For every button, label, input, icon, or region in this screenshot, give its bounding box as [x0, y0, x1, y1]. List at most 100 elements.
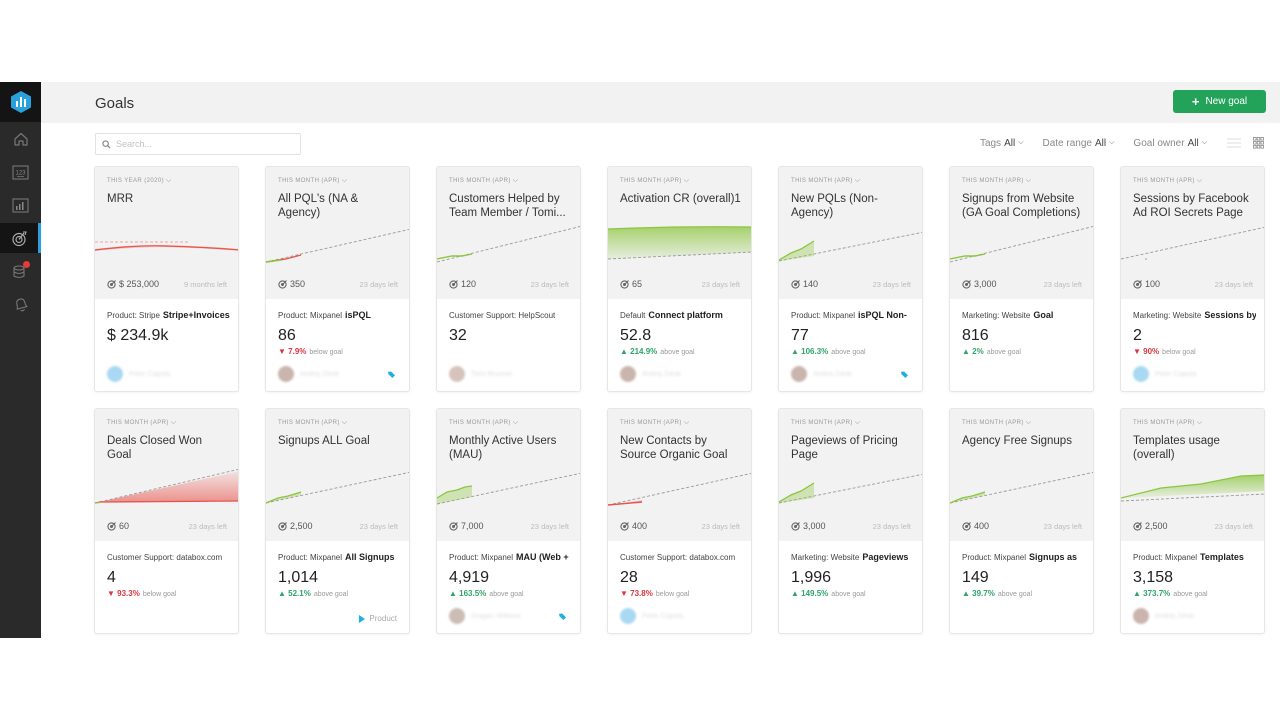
owner-name: Andrej Zitnik — [300, 370, 339, 378]
data-source: Product: Mixpanel MAU (Web + — [449, 552, 572, 562]
goal-card[interactable]: THIS MONTH (APR) ⌵ Templates usage (over… — [1120, 408, 1265, 634]
period-label: THIS MONTH (APR) — [791, 178, 853, 184]
goal-owner[interactable]: Andrej Zitnik — [620, 366, 681, 382]
target-icon — [791, 522, 800, 531]
chevron-down-icon: ⌵ — [1025, 177, 1032, 184]
delta-label: above goal — [1173, 591, 1208, 598]
goal-delta: ▲ 2% above goal — [962, 347, 1021, 356]
goal-card[interactable]: THIS MONTH (APR) ⌵ Deals Closed Won Goal… — [94, 408, 239, 634]
sidebar-item-goals[interactable] — [0, 223, 41, 253]
metrics-icon — [12, 197, 29, 213]
tag-text: Product — [369, 614, 397, 623]
sidebar-item-home[interactable] — [0, 124, 41, 154]
period-label: THIS MONTH (APR) — [107, 420, 169, 426]
app-window: 123 Goals + New goal Tags All ⌵ — [0, 82, 1280, 638]
source-name: Product: Mixpanel — [278, 311, 343, 320]
period-selector[interactable]: THIS MONTH (APR) ⌵ — [620, 177, 689, 185]
goal-title: Deals Closed Won Goal — [107, 435, 203, 461]
goal-card[interactable]: THIS YEAR (2020) ⌵ MRR $ 253,000 9 month… — [94, 166, 239, 392]
sidebar-item-metrics[interactable] — [0, 190, 41, 220]
metric-name: Signups as — [1029, 552, 1078, 562]
chevron-down-icon: ⌵ — [170, 419, 177, 426]
period-selector[interactable]: THIS YEAR (2020) ⌵ — [107, 177, 172, 185]
goal-card[interactable]: THIS MONTH (APR) ⌵ Monthly Active Users … — [436, 408, 581, 634]
goal-card[interactable]: THIS MONTH (APR) ⌵ Sessions by Facebook … — [1120, 166, 1265, 392]
goal-card[interactable]: THIS MONTH (APR) ⌵ Customers Helped by T… — [436, 166, 581, 392]
search-input[interactable] — [116, 139, 286, 149]
period-selector[interactable]: THIS MONTH (APR) ⌵ — [107, 419, 176, 427]
period-selector[interactable]: THIS MONTH (APR) ⌵ — [449, 177, 518, 185]
target-value: 3,000 — [803, 521, 826, 531]
metric-name: isPQL — [345, 310, 372, 320]
time-left: 23 days left — [1214, 280, 1253, 289]
period-selector[interactable]: THIS MONTH (APR) ⌵ — [962, 177, 1031, 185]
goal-owner[interactable]: Tomi Brunner — [449, 366, 513, 382]
goal-card[interactable]: THIS MONTH (APR) ⌵ Agency Free Signups 4… — [949, 408, 1094, 634]
filter-date-range[interactable]: Date range All ⌵ — [1043, 138, 1115, 149]
target-icon — [449, 522, 458, 531]
metric-name: Connect platform — [648, 310, 723, 320]
period-label: THIS MONTH (APR) — [449, 178, 511, 184]
goal-title: Agency Free Signups — [962, 435, 1072, 447]
goal-title: Signups ALL Goal — [278, 435, 370, 447]
chevron-down-icon: ⌵ — [1025, 419, 1032, 426]
goal-title: All PQL's (NA & Agency) — [278, 193, 359, 219]
goal-card[interactable]: THIS MONTH (APR) ⌵ Activation CR (overal… — [607, 166, 752, 392]
trend-arrow-icon: ▲ — [449, 589, 457, 598]
sidebar-item-datasources[interactable] — [0, 256, 41, 286]
source-name: Customer Support: databox.com — [620, 553, 736, 562]
tag-icon[interactable] — [559, 613, 566, 620]
period-selector[interactable]: THIS MONTH (APR) ⌵ — [791, 177, 860, 185]
databox-logo[interactable] — [0, 82, 41, 122]
tag-icon[interactable] — [388, 371, 395, 378]
goal-card[interactable]: THIS MONTH (APR) ⌵ All PQL's (NA & Agenc… — [265, 166, 410, 392]
delta-label: above goal — [313, 591, 349, 598]
period-selector[interactable]: THIS MONTH (APR) ⌵ — [1133, 419, 1202, 427]
card-chart-area: THIS YEAR (2020) ⌵ MRR $ 253,000 9 month… — [95, 167, 238, 299]
goal-sparkline — [266, 228, 409, 263]
data-source: Marketing: Website Goal — [962, 310, 1085, 320]
filter-tags[interactable]: Tags All ⌵ — [980, 138, 1024, 149]
period-selector[interactable]: THIS MONTH (APR) ⌵ — [962, 419, 1031, 427]
period-selector[interactable]: THIS MONTH (APR) ⌵ — [791, 419, 860, 427]
period-selector[interactable]: THIS MONTH (APR) ⌵ — [620, 419, 689, 427]
goal-card[interactable]: THIS MONTH (APR) ⌵ Pageviews of Pricing … — [778, 408, 923, 634]
metric-name: MAU (Web + — [516, 552, 569, 562]
target-icon — [620, 280, 629, 289]
avatar — [791, 366, 807, 382]
filter-goal-owner[interactable]: Goal owner All ⌵ — [1133, 138, 1207, 149]
tag-label[interactable]: Product — [359, 614, 397, 623]
current-value: 77 — [791, 327, 809, 344]
data-source: Product: Mixpanel isPQL — [278, 310, 401, 320]
goal-owner[interactable]: Peter Caputa — [107, 366, 170, 382]
grid-view-button[interactable] — [1250, 136, 1266, 150]
period-selector[interactable]: THIS MONTH (APR) ⌵ — [1133, 177, 1202, 185]
goal-title: Activation CR (overall)1 — [620, 193, 741, 205]
search-box[interactable] — [95, 133, 301, 155]
time-left: 23 days left — [188, 522, 227, 531]
goal-card[interactable]: THIS MONTH (APR) ⌵ Signups from Website … — [949, 166, 1094, 392]
period-selector[interactable]: THIS MONTH (APR) ⌵ — [449, 419, 518, 427]
avatar — [278, 366, 294, 382]
period-selector[interactable]: THIS MONTH (APR) ⌵ — [278, 177, 347, 185]
goal-card[interactable]: THIS MONTH (APR) ⌵ Signups ALL Goal 2,50… — [265, 408, 410, 634]
current-value: 2 — [1133, 327, 1142, 344]
goal-owner[interactable]: Andrej Zitnik — [278, 366, 339, 382]
trend-arrow-icon: ▼ — [1133, 347, 1141, 356]
target-value: 7,000 — [461, 521, 484, 531]
goal-owner[interactable]: Andrej Zitnik — [791, 366, 852, 382]
tag-icon[interactable] — [901, 371, 908, 378]
goal-card[interactable]: THIS MONTH (APR) ⌵ New PQLs (Non-Agency)… — [778, 166, 923, 392]
goal-owner[interactable]: Peter Caputa — [620, 608, 683, 624]
goal-owner[interactable]: Dragan Velkovic — [449, 608, 522, 624]
goal-target: 3,000 — [791, 521, 826, 531]
goal-owner[interactable]: Andrej Zitnik — [1133, 608, 1194, 624]
goal-owner[interactable]: Peter Caputa — [1133, 366, 1196, 382]
list-view-button[interactable] — [1226, 136, 1242, 150]
sidebar-item-alerts[interactable] — [0, 289, 41, 319]
goal-card[interactable]: THIS MONTH (APR) ⌵ New Contacts by Sourc… — [607, 408, 752, 634]
source-name: Product: Mixpanel — [1133, 553, 1198, 562]
new-goal-button[interactable]: + New goal — [1173, 90, 1266, 113]
sidebar-item-numbers[interactable]: 123 — [0, 157, 41, 187]
period-selector[interactable]: THIS MONTH (APR) ⌵ — [278, 419, 347, 427]
